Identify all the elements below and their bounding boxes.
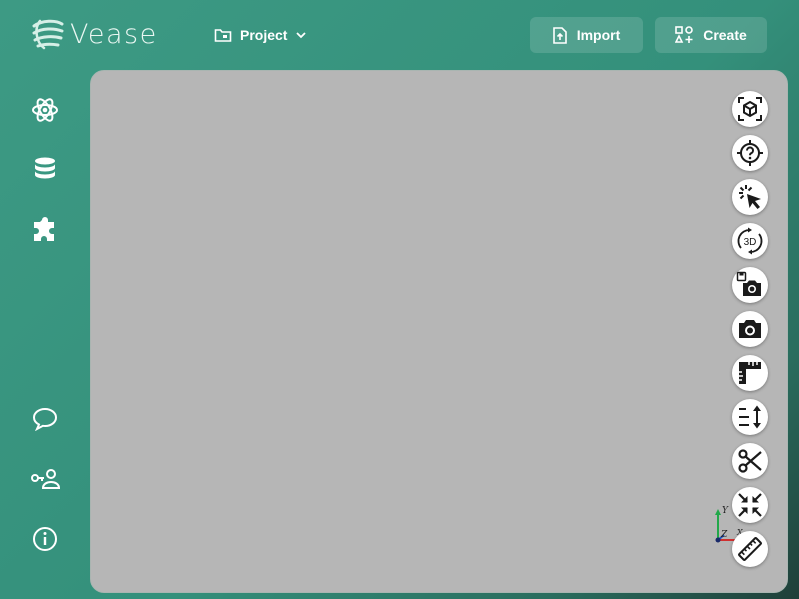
z-scaling-button[interactable]: [732, 399, 768, 435]
camera-icon: [739, 320, 761, 338]
sidebar-item-extensions[interactable]: [30, 215, 60, 245]
database-icon: [35, 157, 55, 179]
chevron-down-icon: [296, 32, 307, 39]
ruler-vertical-button[interactable]: [732, 355, 768, 391]
measure-button[interactable]: [732, 531, 768, 567]
scissors-icon: [738, 449, 762, 473]
rotate-3d-label: 3D: [744, 237, 757, 248]
sidebar-item-feedback[interactable]: [30, 404, 60, 434]
scale-vertical-icon: [739, 405, 761, 429]
puzzle-icon: [34, 217, 54, 241]
cube-scan-icon: [738, 97, 762, 121]
sidebar-item-info[interactable]: [30, 524, 60, 554]
sidebar-item-atom[interactable]: [30, 95, 60, 125]
rotate-3d-icon: 3D: [737, 227, 763, 255]
reset-camera-button[interactable]: [732, 91, 768, 127]
3d-rotate-button[interactable]: 3D: [732, 223, 768, 259]
create-label: Create: [703, 27, 747, 43]
create-button[interactable]: Create: [655, 17, 767, 53]
save-screenshot-button[interactable]: [732, 267, 768, 303]
camera-save-icon: [736, 271, 761, 296]
project-label: Project: [240, 27, 288, 43]
cursor-click-icon: [739, 185, 761, 209]
sidebar-item-database[interactable]: [30, 155, 60, 185]
axis-y-label: Y: [722, 506, 729, 516]
ruler-square-icon: [739, 362, 761, 384]
point-picking-button[interactable]: [732, 179, 768, 215]
atom-icon: [32, 98, 58, 122]
sidebar-item-account[interactable]: [30, 464, 60, 494]
target-question-icon: [737, 140, 763, 166]
project-menu[interactable]: Project: [214, 22, 307, 48]
user-key-icon: [31, 469, 60, 489]
picking-help-button[interactable]: [732, 135, 768, 171]
shapes-plus-icon: [675, 26, 694, 43]
clipping-button[interactable]: [732, 443, 768, 479]
screenshot-button[interactable]: [732, 311, 768, 347]
vease-logo-icon: [32, 19, 64, 50]
folder-icon: [214, 29, 232, 42]
logo[interactable]: Vease: [30, 16, 158, 52]
3d-viewport[interactable]: [90, 70, 788, 593]
chat-icon: [32, 407, 58, 431]
ruler-icon: [738, 537, 762, 561]
import-label: Import: [576, 27, 621, 43]
shrink-button[interactable]: [732, 487, 768, 523]
app-name: Vease: [70, 18, 158, 50]
file-import-icon: [552, 26, 567, 44]
arrows-collapse-icon: [738, 493, 762, 517]
info-icon: [33, 527, 57, 551]
import-button[interactable]: Import: [530, 17, 643, 53]
axis-z-label: Z: [720, 530, 728, 540]
